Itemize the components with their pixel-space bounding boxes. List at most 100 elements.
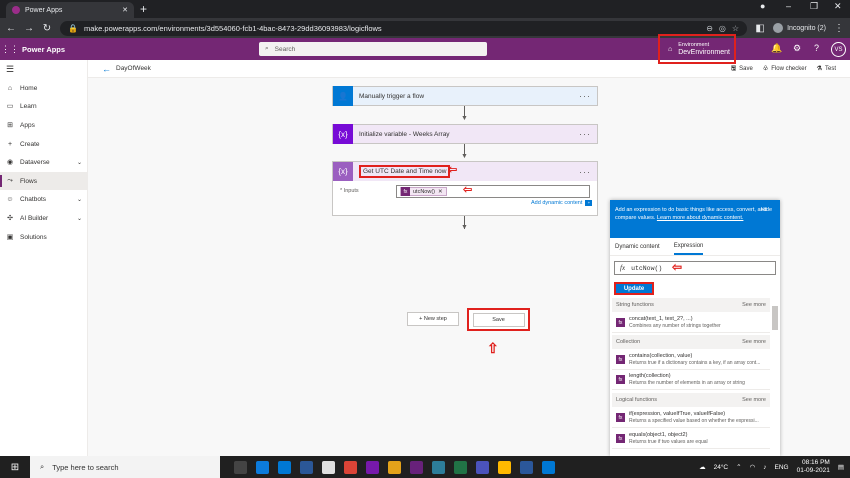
hamburger-icon[interactable]: ☰ bbox=[6, 64, 14, 75]
edge-icon[interactable] bbox=[256, 460, 269, 474]
address-bar[interactable]: 🔒 make.powerapps.com/environments/3d5540… bbox=[60, 20, 748, 36]
sidebar-item-dataverse[interactable]: ◉ Dataverse ⌄ bbox=[0, 153, 88, 171]
folder-icon[interactable] bbox=[300, 460, 313, 474]
sidebar-item-label: Solutions bbox=[20, 233, 47, 241]
close-tab-icon[interactable]: ✕ bbox=[122, 6, 128, 14]
sidebar-item-ai-builder[interactable]: ✣ AI Builder ⌄ bbox=[0, 209, 88, 227]
clock[interactable]: 08:16 PM 01-09-2021 bbox=[797, 459, 830, 475]
tracking-icon[interactable]: ◎ bbox=[719, 24, 726, 33]
word-icon[interactable] bbox=[520, 460, 533, 474]
function-item[interactable]: fx equals(object1, object2) Returns true i… bbox=[612, 429, 770, 449]
save-command[interactable]: 🖫 Save bbox=[731, 64, 753, 74]
tab-expression[interactable]: Expression bbox=[673, 239, 704, 255]
onenote-icon[interactable] bbox=[366, 460, 379, 474]
volume-icon[interactable]: ♪ bbox=[763, 464, 766, 471]
function-item[interactable]: fx length(collection) Returns the number o… bbox=[612, 370, 770, 390]
more-options-icon[interactable]: ··· bbox=[579, 167, 597, 177]
maximize-icon[interactable]: ❐ bbox=[810, 1, 818, 12]
windows-start-icon[interactable]: ⊞ bbox=[0, 462, 30, 473]
chrome-icon[interactable] bbox=[322, 460, 335, 474]
tab-dynamic-content[interactable]: Dynamic content bbox=[615, 244, 660, 250]
back-arrow-icon[interactable]: ← bbox=[102, 64, 111, 74]
explorer-icon[interactable] bbox=[498, 460, 511, 474]
taskbar-search[interactable]: ⌕ Type here to search bbox=[30, 456, 220, 478]
test-command[interactable]: ⚗ Test bbox=[817, 64, 836, 74]
profile-menu-icon[interactable]: ● bbox=[760, 1, 765, 11]
panel-scrollbar[interactable] bbox=[772, 306, 778, 330]
sidebar-item-label: AI Builder bbox=[20, 214, 49, 222]
notifications-icon[interactable]: 🔔 bbox=[771, 43, 782, 54]
app-title[interactable]: Power Apps bbox=[22, 45, 65, 54]
update-button[interactable]: Update bbox=[614, 282, 654, 295]
browser-tab[interactable]: Power Apps ✕ bbox=[6, 2, 134, 18]
step-card-trigger[interactable]: 👤 Manually trigger a flow ··· bbox=[332, 86, 598, 106]
minimize-icon[interactable]: – bbox=[786, 1, 791, 11]
store-icon[interactable] bbox=[278, 460, 291, 474]
remove-token-icon[interactable]: ✕ bbox=[438, 189, 443, 195]
sidebar-item-apps[interactable]: ⊞ Apps bbox=[0, 116, 88, 134]
back-icon[interactable]: ← bbox=[6, 23, 16, 34]
save-command-label: Save bbox=[739, 65, 753, 72]
sidebar-item-label: Dataverse bbox=[20, 158, 50, 166]
add-dynamic-content-link[interactable]: Add dynamic content + bbox=[531, 200, 593, 206]
more-options-icon[interactable]: ··· bbox=[579, 91, 597, 101]
incognito-indicator[interactable]: Incognito (2) bbox=[773, 23, 826, 33]
step-card-get-utc[interactable]: {x} Get UTC Date and Time now ··· bbox=[332, 161, 598, 182]
reload-icon[interactable]: ↻ bbox=[42, 23, 52, 34]
language-indicator[interactable]: ENG bbox=[775, 464, 789, 471]
see-more-link[interactable]: See more bbox=[742, 397, 766, 403]
avatar[interactable]: VS bbox=[831, 42, 846, 57]
notification-center-icon[interactable]: ▤ bbox=[838, 463, 844, 471]
learn-more-link[interactable]: Learn more about dynamic content. bbox=[657, 215, 744, 221]
help-icon[interactable]: ? bbox=[814, 43, 819, 53]
excel-icon[interactable] bbox=[454, 460, 467, 474]
sidebar-item-learn[interactable]: ▭ Learn bbox=[0, 97, 88, 115]
function-icon: fx bbox=[616, 355, 625, 364]
new-step-button[interactable]: + New step bbox=[407, 312, 459, 326]
expression-token[interactable]: fx utcNow() ✕ bbox=[400, 187, 447, 196]
manual-trigger-icon: 👤 bbox=[333, 86, 353, 106]
step-title: Initialize variable - Weeks Array bbox=[359, 130, 450, 138]
visual-studio-icon[interactable] bbox=[410, 460, 423, 474]
step-title[interactable]: Get UTC Date and Time now bbox=[359, 165, 451, 178]
see-more-link[interactable]: See more bbox=[742, 302, 766, 308]
hide-button[interactable]: Hide bbox=[761, 206, 772, 214]
sidebar-item-flows[interactable]: ⤳ Flows bbox=[0, 172, 88, 190]
weather-icon[interactable]: ☁ bbox=[699, 463, 706, 471]
wifi-icon[interactable]: ◠ bbox=[750, 463, 756, 471]
zoom-icon[interactable]: ⊖ bbox=[706, 24, 713, 33]
sidebar-item-solutions[interactable]: ▣ Solutions bbox=[0, 228, 88, 246]
function-item[interactable]: fx concat(text_1, text_2?, ...) Combines a… bbox=[612, 313, 770, 333]
temperature[interactable]: 24°C bbox=[714, 464, 729, 471]
chrome-incognito-icon[interactable] bbox=[344, 460, 357, 474]
browser-menu-icon[interactable]: ⋮ bbox=[834, 23, 844, 34]
url-text: make.powerapps.com/environments/3d554060… bbox=[83, 23, 382, 33]
flask-icon: ⚗ bbox=[816, 66, 822, 72]
extension-icon[interactable]: ◧ bbox=[755, 23, 765, 34]
sticky-notes-icon[interactable] bbox=[388, 460, 401, 474]
see-more-link[interactable]: See more bbox=[742, 339, 766, 345]
outlook-icon[interactable] bbox=[542, 460, 555, 474]
teams-icon[interactable] bbox=[476, 460, 489, 474]
flow-checker-command[interactable]: ♧ Flow checker bbox=[763, 64, 807, 74]
function-item[interactable]: fx contains(collection, value) Returns tru… bbox=[612, 350, 770, 370]
more-options-icon[interactable]: ··· bbox=[579, 129, 597, 139]
close-window-icon[interactable]: ✕ bbox=[834, 1, 842, 12]
photos-icon[interactable] bbox=[432, 460, 445, 474]
app-launcher-icon[interactable]: ⋮⋮ bbox=[0, 44, 20, 55]
save-button[interactable]: Save bbox=[472, 312, 525, 327]
forward-icon[interactable]: → bbox=[24, 23, 34, 34]
sidebar-item-create[interactable]: + Create bbox=[0, 135, 88, 153]
settings-gear-icon[interactable]: ⚙ bbox=[793, 43, 801, 54]
expression-input[interactable]: fx utcNow() bbox=[614, 261, 776, 275]
sidebar-item-chatbots[interactable]: ☺ Chatbots ⌄ bbox=[0, 190, 88, 208]
step-card-initialize-variable[interactable]: {x} Initialize variable - Weeks Array ··… bbox=[332, 124, 598, 144]
bookmark-star-icon[interactable]: ☆ bbox=[732, 24, 739, 33]
new-tab-icon[interactable]: + bbox=[140, 2, 147, 16]
chevron-up-icon[interactable]: ⌃ bbox=[736, 463, 741, 471]
search-box[interactable]: ⌕ Search bbox=[259, 42, 487, 56]
annotation-arrow-icon: ⇦ bbox=[672, 260, 683, 274]
sidebar-item-home[interactable]: ⌂ Home bbox=[0, 79, 88, 97]
function-item[interactable]: fx if(expression, valueIfTrue, valueIfFal… bbox=[612, 408, 770, 428]
task-view-icon[interactable] bbox=[234, 460, 247, 474]
